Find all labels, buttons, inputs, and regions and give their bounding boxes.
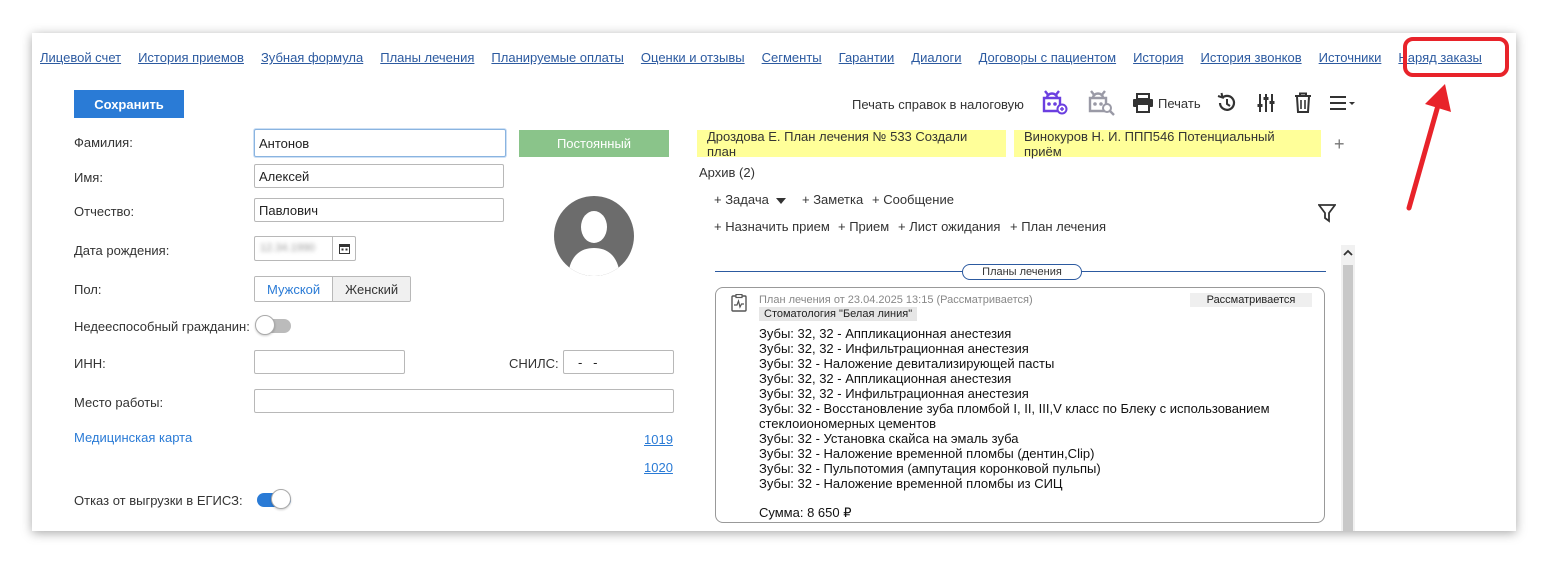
plan-line: Зубы: 32 - Наложение девитализирующей па… xyxy=(759,356,1055,371)
trash-icon[interactable] xyxy=(1294,91,1312,115)
nav-sources[interactable]: Источники xyxy=(1319,50,1382,65)
print-label: Печать xyxy=(1158,95,1201,111)
clinic-tag: Стоматология "Белая линия" xyxy=(759,307,918,321)
egisz-label: Отказ от выгрузки в ЕГИСЗ: xyxy=(74,493,243,508)
history-icon[interactable] xyxy=(1216,91,1238,115)
add-task-button[interactable]: + Задача xyxy=(714,192,786,207)
work-field[interactable] xyxy=(254,389,674,413)
plan-status-badge: Рассматривается xyxy=(1190,293,1312,307)
add-task-label: + Задача xyxy=(714,192,769,207)
settings-sliders-icon[interactable] xyxy=(1256,91,1276,115)
name-field[interactable] xyxy=(254,164,504,188)
birthdate-label: Дата рождения: xyxy=(74,243,170,258)
plan-line: Зубы: 32 - Наложение временной пломбы из… xyxy=(759,476,1063,491)
print-button[interactable]: Печать xyxy=(1132,91,1201,115)
nav-planned-payments[interactable]: Планируемые оплаты xyxy=(491,50,624,65)
gender-label: Пол: xyxy=(74,282,102,297)
treatment-plan-card[interactable]: План лечения от 23.04.2025 13:15 (Рассма… xyxy=(715,287,1325,523)
plan-line: Зубы: 32 - Пульпотомия (ампутация коронк… xyxy=(759,461,1101,476)
add-waitlist-button[interactable]: + Лист ожидания xyxy=(898,219,1000,234)
medical-card-1020[interactable]: 1020 xyxy=(644,460,673,475)
inn-label: ИНН: xyxy=(74,356,106,371)
birthdate-field[interactable]: 12.34.1990 xyxy=(254,236,356,261)
nav-treatment-plans[interactable]: Планы лечения xyxy=(380,50,474,65)
plan-sum: Сумма: 8 650 ₽ xyxy=(759,505,852,520)
work-label: Место работы: xyxy=(74,395,164,410)
plan-tab-vinokurov[interactable]: Винокуров Н. И. ППП546 Потенциальный при… xyxy=(1014,129,1321,159)
gender-switch: Мужской Женский xyxy=(254,276,412,302)
incapable-toggle-knob xyxy=(255,315,275,335)
filter-icon[interactable] xyxy=(1317,203,1337,226)
snils-label: СНИЛС: xyxy=(509,356,559,371)
nav-contracts[interactable]: Договоры с пациентом xyxy=(979,50,1117,65)
snils-value: - - xyxy=(578,354,598,370)
egisz-toggle-knob xyxy=(271,489,291,509)
plan-line: Зубы: 32, 32 - Аппликационная анестезия xyxy=(759,326,1012,341)
add-tab-icon[interactable]: + xyxy=(1334,134,1345,155)
gender-male-option[interactable]: Мужской xyxy=(255,277,334,301)
ai-search-icon[interactable] xyxy=(1086,90,1116,116)
inn-field[interactable] xyxy=(254,350,405,374)
nav-warranties[interactable]: Гарантии xyxy=(839,50,895,65)
patronymic-label: Отчество: xyxy=(74,204,135,219)
incapable-label: Недееспособный гражданин: xyxy=(74,319,250,334)
plan-line: Зубы: 32, 32 - Аппликационная анестезия xyxy=(759,371,1012,386)
nav-ratings-reviews[interactable]: Оценки и отзывы xyxy=(641,50,745,65)
egisz-toggle[interactable] xyxy=(257,489,291,509)
add-message-button[interactable]: + Сообщение xyxy=(872,192,954,207)
scrollbar[interactable] xyxy=(1341,245,1355,531)
plan-tab-drozdova[interactable]: Дроздова Е. План лечения № 533 Создали п… xyxy=(697,129,1006,159)
nav-segments[interactable]: Сегменты xyxy=(762,50,822,65)
printer-icon xyxy=(1133,93,1153,113)
nav-history[interactable]: История xyxy=(1133,50,1183,65)
plan-line: Зубы: 32 - Восстановление зуба пломбой I… xyxy=(759,401,1270,431)
plan-line: Зубы: 32 - Установка скайса на эмаль зуб… xyxy=(759,431,1019,446)
gender-female-option[interactable]: Женский xyxy=(333,277,411,301)
name-label: Имя: xyxy=(74,170,103,185)
top-nav: Лицевой счет История приемов Зубная формул… xyxy=(40,50,1499,66)
scrollbar-thumb[interactable] xyxy=(1343,265,1353,531)
plan-card-header: План лечения от 23.04.2025 13:15 (Рассма… xyxy=(759,294,1033,306)
plan-lines: Зубы: 32, 32 - Аппликационная анестезия … xyxy=(759,326,1299,491)
plan-line: Зубы: 32, 32 - Инфильтрационная анестези… xyxy=(759,341,1029,356)
annotation-highlight-box xyxy=(1403,37,1509,77)
nav-dental-formula[interactable]: Зубная формула xyxy=(261,50,363,65)
medical-card-1019[interactable]: 1019 xyxy=(644,432,673,447)
nav-dialogs[interactable]: Диалоги xyxy=(911,50,961,65)
patient-status-button[interactable]: Постоянный xyxy=(519,130,669,157)
annotation-arrow-icon xyxy=(1406,84,1451,211)
add-reception-button[interactable]: + Прием xyxy=(838,219,889,234)
nav-visit-history[interactable]: История приемов xyxy=(138,50,244,65)
tax-print-link[interactable]: Печать справок в налоговую xyxy=(852,97,1024,112)
menu-icon[interactable] xyxy=(1329,91,1357,115)
archive-link[interactable]: Архив (2) xyxy=(699,165,755,180)
nav-call-history[interactable]: История звонков xyxy=(1201,50,1302,65)
surname-label: Фамилия: xyxy=(74,135,133,150)
calendar-icon[interactable] xyxy=(332,237,355,260)
ai-assistant-icon[interactable] xyxy=(1040,90,1070,115)
nav-personal-account[interactable]: Лицевой счет xyxy=(40,50,121,65)
patient-card-window: Лицевой счет История приемов Зубная формул… xyxy=(32,33,1516,531)
add-note-button[interactable]: + Заметка xyxy=(802,192,863,207)
plan-document-icon xyxy=(731,293,747,315)
plan-line: Зубы: 32, 32 - Инфильтрационная анестези… xyxy=(759,386,1029,401)
snils-field[interactable]: - - xyxy=(563,350,674,374)
medical-card-link[interactable]: Медицинская карта xyxy=(74,430,192,445)
save-button[interactable]: Сохранить xyxy=(74,90,184,118)
patronymic-field[interactable] xyxy=(254,198,504,222)
incapable-toggle[interactable] xyxy=(255,315,291,335)
add-treatment-plan-button[interactable]: + План лечения xyxy=(1010,219,1106,234)
chevron-down-icon xyxy=(775,197,786,204)
plan-line: Зубы: 32 - Наложение временной пломбы (д… xyxy=(759,446,1095,461)
scroll-up-icon[interactable] xyxy=(1343,249,1353,257)
section-title-plans: Планы лечения xyxy=(962,264,1082,280)
avatar xyxy=(554,196,634,276)
birthdate-value: 12.34.1990 xyxy=(260,242,316,254)
schedule-appointment-button[interactable]: + Назначить прием xyxy=(714,219,830,234)
surname-field[interactable] xyxy=(254,129,506,157)
